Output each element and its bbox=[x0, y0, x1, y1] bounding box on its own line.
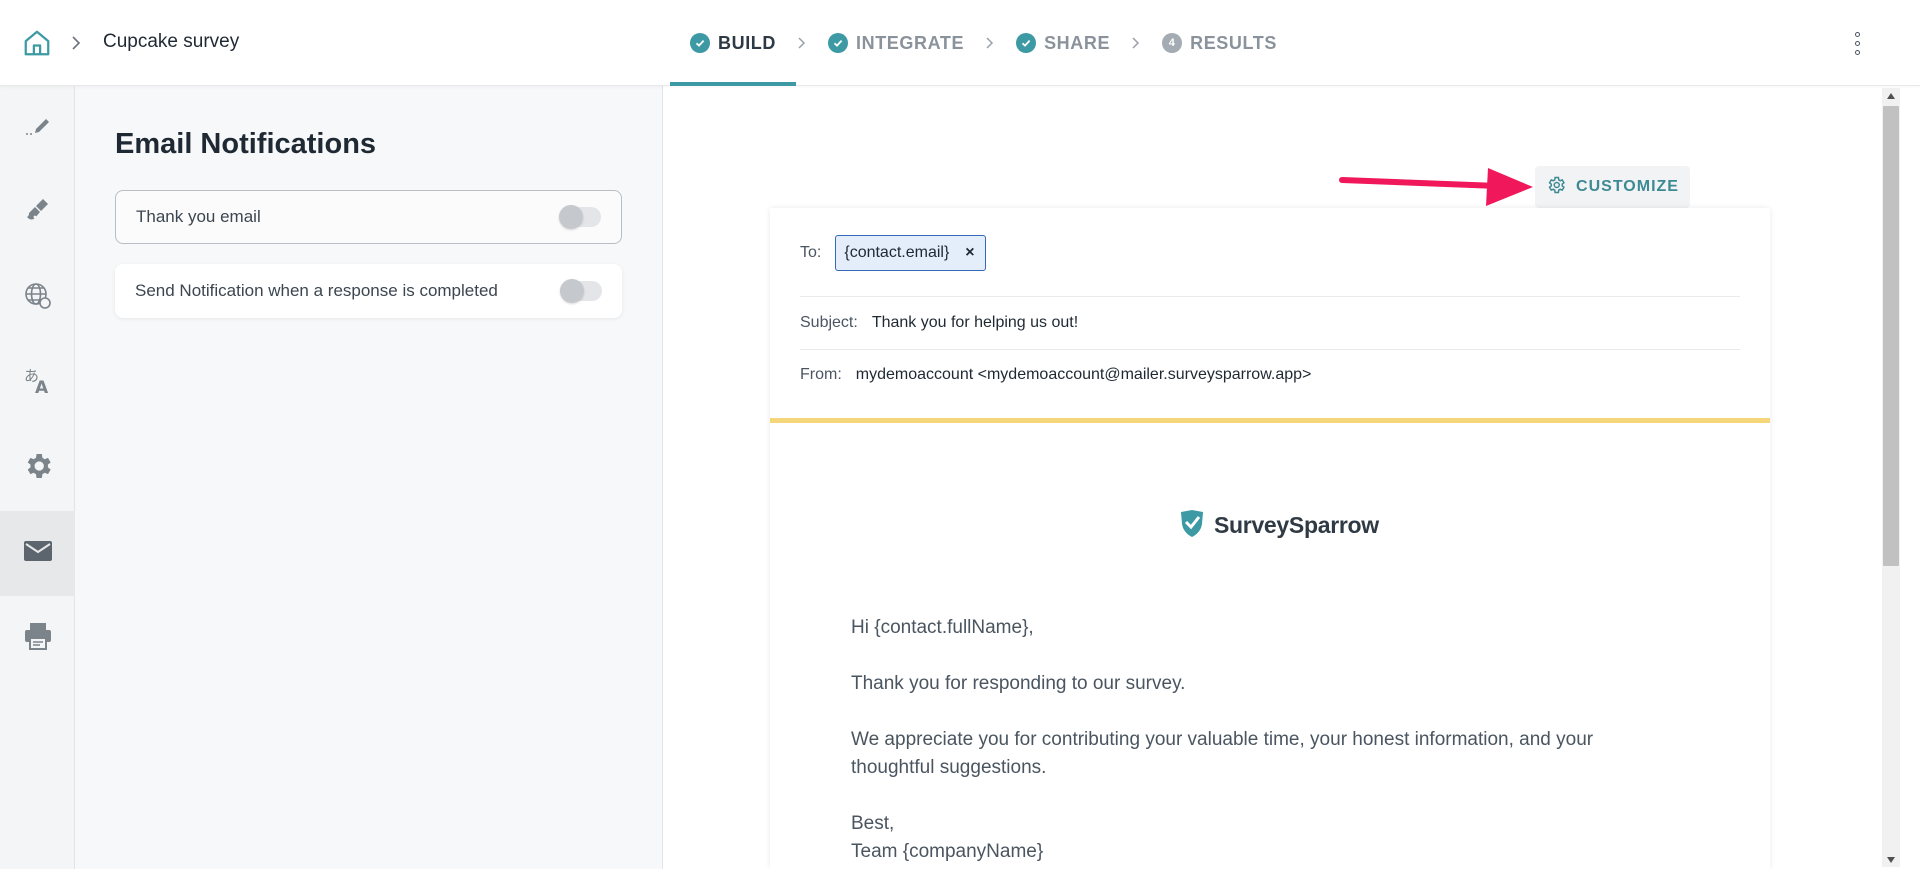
email-greeting: Hi {contact.fullName}, bbox=[851, 617, 1034, 638]
email-line: We appreciate you for contributing your … bbox=[851, 729, 1594, 750]
rail-theme[interactable] bbox=[0, 171, 75, 256]
from-row: From: mydemoaccount <mydemoaccount@maile… bbox=[800, 366, 1740, 384]
customize-button[interactable]: CUSTOMIZE bbox=[1535, 166, 1690, 208]
settings-panel: Email Notifications Thank you email Send… bbox=[75, 86, 663, 869]
toggle-switch[interactable] bbox=[559, 205, 601, 229]
rail-print[interactable] bbox=[0, 596, 75, 681]
step-label: BUILD bbox=[718, 32, 776, 53]
step-build[interactable]: BUILD bbox=[670, 0, 796, 86]
subject-value[interactable]: Thank you for helping us out! bbox=[872, 314, 1078, 332]
scroll-up-icon[interactable] bbox=[1882, 88, 1900, 104]
step-share[interactable]: SHARE bbox=[996, 0, 1130, 86]
top-bar: Cupcake survey BUILD INTEGRATE SHARE 4 R… bbox=[0, 0, 1920, 86]
email-line: Thank you for responding to our survey. bbox=[851, 673, 1186, 694]
toggle-label: Thank you email bbox=[136, 207, 261, 226]
close-icon[interactable]: × bbox=[965, 244, 974, 262]
survey-name[interactable]: Cupcake survey bbox=[103, 31, 239, 53]
rail-languages[interactable] bbox=[0, 256, 75, 341]
email-signoff: Best, bbox=[851, 813, 895, 834]
step-nav: BUILD INTEGRATE SHARE 4 RESULTS bbox=[670, 0, 1297, 86]
check-circle-icon bbox=[1016, 33, 1037, 53]
surveysparrow-logo: SurveySparrow bbox=[1178, 508, 1379, 543]
scrollbar-thumb[interactable] bbox=[1883, 106, 1899, 566]
rail-design[interactable] bbox=[0, 86, 75, 171]
check-circle-icon bbox=[690, 33, 710, 53]
globe-icon bbox=[22, 280, 54, 317]
logo-text: SurveySparrow bbox=[1214, 512, 1379, 538]
chevron-right-icon bbox=[984, 33, 996, 53]
chevron-right-icon bbox=[1130, 33, 1142, 53]
rail-email-notifications[interactable] bbox=[0, 511, 75, 596]
customize-label: CUSTOMIZE bbox=[1576, 178, 1679, 195]
email-line: thoughtful suggestions. bbox=[851, 757, 1047, 778]
step-label: INTEGRATE bbox=[856, 32, 965, 53]
subject-label: Subject: bbox=[800, 314, 858, 331]
paint-brush-icon bbox=[23, 196, 53, 231]
pen-icon bbox=[22, 110, 54, 147]
divider bbox=[800, 349, 1740, 350]
step-results[interactable]: 4 RESULTS bbox=[1142, 0, 1297, 86]
recipient-chip-text: {contact.email} bbox=[844, 244, 950, 261]
gear-icon bbox=[22, 450, 54, 487]
chevron-right-icon bbox=[67, 32, 85, 54]
subject-row: Subject: Thank you for helping us out! bbox=[800, 314, 1740, 332]
to-row: To: {contact.email} × bbox=[800, 235, 1740, 271]
sparrow-shield-icon bbox=[1178, 508, 1206, 543]
translate-icon: あA bbox=[22, 365, 54, 402]
panel-title: Email Notifications bbox=[115, 128, 377, 160]
recipient-chip[interactable]: {contact.email} × bbox=[835, 235, 986, 271]
printer-icon bbox=[22, 620, 54, 657]
home-icon[interactable] bbox=[20, 26, 54, 60]
rail-translations[interactable]: あA bbox=[0, 341, 75, 426]
svg-text:A: A bbox=[35, 378, 49, 397]
step-integrate[interactable]: INTEGRATE bbox=[808, 0, 984, 86]
step-label: SHARE bbox=[1044, 32, 1111, 53]
mail-icon bbox=[23, 539, 53, 568]
chevron-right-icon bbox=[796, 33, 808, 53]
step-label: RESULTS bbox=[1190, 32, 1277, 53]
toggle-response-notification[interactable]: Send Notification when a response is com… bbox=[115, 264, 622, 318]
toggle-label: Send Notification when a response is com… bbox=[135, 281, 498, 300]
rail-settings[interactable] bbox=[0, 426, 75, 511]
email-signature: Team {companyName} bbox=[851, 841, 1044, 862]
left-rail: あA bbox=[0, 86, 75, 869]
divider bbox=[800, 296, 1740, 297]
header-separator bbox=[770, 418, 1770, 423]
gear-icon bbox=[1546, 175, 1566, 200]
scroll-down-icon[interactable] bbox=[1882, 852, 1900, 868]
check-circle-icon bbox=[828, 33, 848, 53]
from-value: mydemoaccount <mydemoaccount@mailer.surv… bbox=[855, 366, 1312, 383]
arrow-pointer-icon bbox=[1339, 168, 1533, 206]
step-number-badge: 4 bbox=[1162, 33, 1183, 53]
toggle-thank-you-email[interactable]: Thank you email bbox=[115, 190, 622, 244]
toggle-switch[interactable] bbox=[560, 279, 602, 303]
email-card: To: {contact.email} × Subject: Thank you… bbox=[770, 208, 1770, 869]
to-label: To: bbox=[800, 244, 822, 261]
from-label: From: bbox=[800, 366, 842, 383]
more-options-icon[interactable] bbox=[1845, 28, 1869, 58]
